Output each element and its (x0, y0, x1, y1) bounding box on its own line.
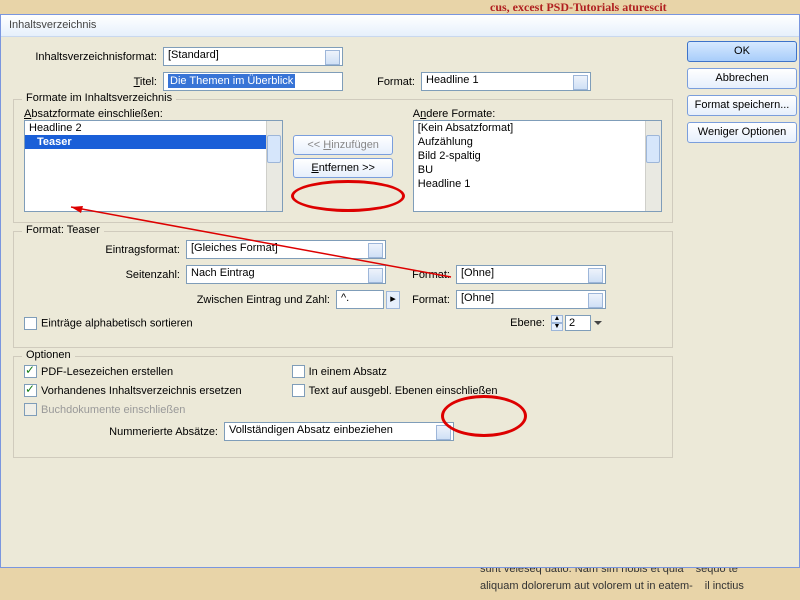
hidden-layers-checkbox[interactable] (292, 384, 305, 397)
title-input[interactable]: Die Themen im Überblick (163, 72, 343, 91)
alpha-sort-checkbox[interactable]: Einträge alphabetisch sortieren (24, 317, 193, 330)
numbered-paragraphs-select[interactable]: Vollständigen Absatz einbeziehen (224, 422, 454, 441)
pagenum-format-label: Format: (386, 269, 456, 281)
include-formats-list[interactable]: Headline 2 Teaser (24, 120, 283, 212)
between-input[interactable]: ^. (336, 290, 384, 309)
entry-format-select[interactable]: [Gleiches Format] (186, 240, 386, 259)
numbered-paragraphs-label: Nummerierte Absätze: (24, 426, 224, 438)
background-text-top: cus, excest PSD-Tutorials aturescit (490, 0, 667, 15)
cancel-button[interactable]: Abbrechen (687, 68, 797, 89)
scrollbar[interactable] (266, 121, 282, 211)
pagenum-label: Seitenzahl: (24, 269, 186, 281)
include-formats-label: Absatzformate einschließen:Absatzformate… (24, 108, 283, 120)
list-item[interactable]: Headline 1 (414, 177, 661, 191)
level-label: Ebene: (510, 317, 551, 329)
formats-legend: Formate im Inhaltsverzeichnis (22, 92, 176, 104)
toc-format-label: Inhaltsverzeichnisformat: (13, 51, 163, 63)
entry-format-label: Eintragsformat: (24, 244, 186, 256)
add-label: H (323, 139, 331, 151)
between-flyout-icon[interactable]: ▸ (386, 291, 400, 309)
single-paragraph-checkbox[interactable] (292, 365, 305, 378)
chevron-down-icon[interactable] (594, 321, 602, 329)
pagenum-format-select[interactable]: [Ohne] (456, 265, 606, 284)
list-item[interactable]: BU (414, 163, 661, 177)
pdf-bookmarks-label: PDF-Lesezeichen erstellen (41, 366, 173, 378)
scrollbar[interactable] (645, 121, 661, 211)
hidden-layers-label: Text auf ausgebl. Ebenen einschließen (309, 385, 498, 397)
list-item[interactable]: Headline 2 (25, 121, 282, 135)
ok-button[interactable]: OK (687, 41, 797, 62)
other-formats-list[interactable]: [Kein Absatzformat] Aufzählung Bild 2-sp… (413, 120, 662, 212)
between-label: Zwischen Eintrag und Zahl: (24, 294, 336, 306)
list-item[interactable]: [Kein Absatzformat] (414, 121, 661, 135)
bookdocs-label: Buchdokumente einschließen (41, 404, 185, 416)
replace-toc-label: Vorhandenes Inhaltsverzeichnis ersetzen (41, 385, 242, 397)
title-format-label: Format: (343, 76, 421, 88)
between-format-select[interactable]: [Ohne] (456, 290, 606, 309)
add-button[interactable]: << Hinzufügen<< Hinzufügen (293, 135, 393, 155)
toc-format-select[interactable]: [Standard] (163, 47, 343, 66)
fewer-options-button[interactable]: Weniger Optionen (687, 122, 797, 143)
save-format-button[interactable]: Format speichern... (687, 95, 797, 116)
pagenum-select[interactable]: Nach Eintrag (186, 265, 386, 284)
dialog-title: Inhaltsverzeichnis (1, 15, 799, 37)
dialog-window: Inhaltsverzeichnis OK Abbrechen Format s… (0, 14, 800, 568)
level-spinner[interactable]: ▲▼ 2 (551, 315, 591, 331)
title-label: TTitel:itel: (13, 76, 163, 88)
pdf-bookmarks-checkbox[interactable] (24, 365, 37, 378)
title-format-select[interactable]: Headline 1 (421, 72, 591, 91)
format-teaser-legend: Format: Teaser (22, 224, 104, 236)
list-item[interactable]: Bild 2-spaltig (414, 149, 661, 163)
single-paragraph-label: In einem Absatz (309, 366, 387, 378)
replace-toc-checkbox[interactable] (24, 384, 37, 397)
remove-button[interactable]: Entfernen >>Entfernen >> (293, 158, 393, 178)
list-item[interactable]: Aufzählung (414, 135, 661, 149)
other-formats-label: Andere Formate:Andere Formate: (413, 108, 662, 120)
between-format-label: Format: (400, 294, 456, 306)
options-legend: Optionen (22, 349, 75, 361)
list-item-selected[interactable]: Teaser (25, 135, 282, 149)
bookdocs-checkbox (24, 403, 37, 416)
